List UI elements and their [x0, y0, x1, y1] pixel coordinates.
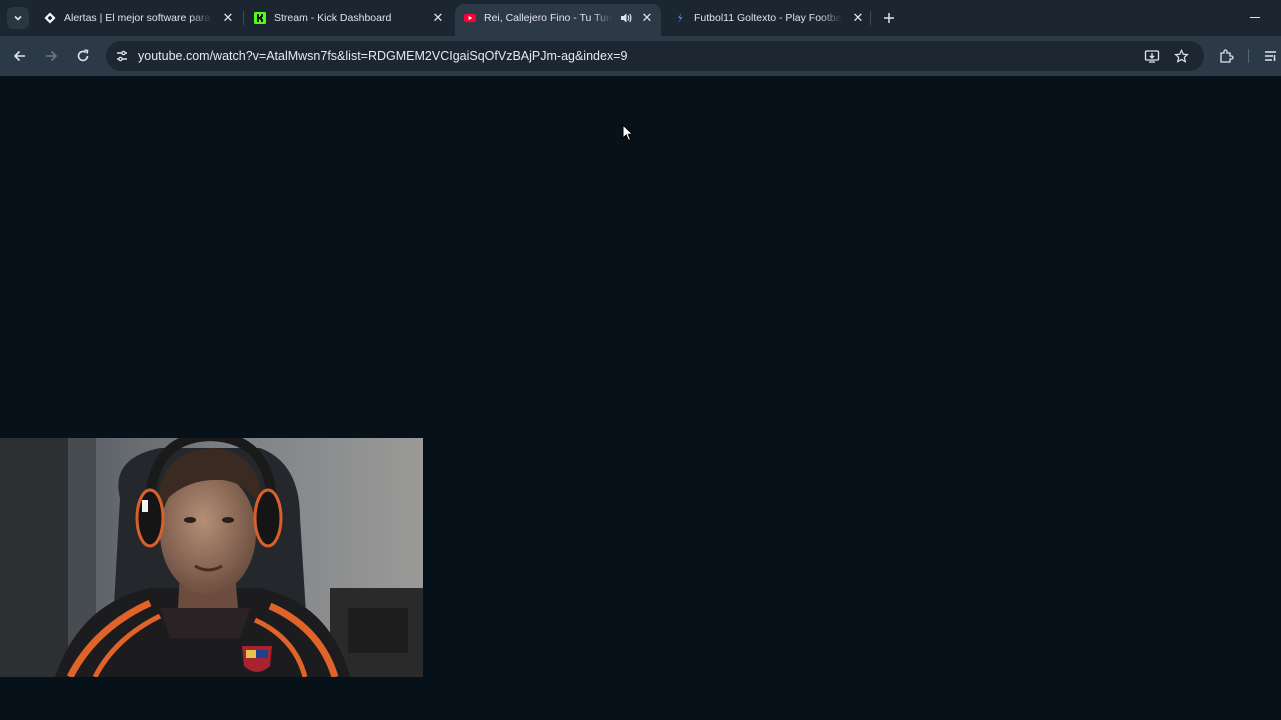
- close-icon[interactable]: ✕: [639, 10, 655, 26]
- audio-playing-icon[interactable]: [619, 11, 633, 25]
- reading-list-button[interactable]: [1260, 44, 1281, 68]
- tab-strip: Alertas | El mejor software para ✕ Strea…: [0, 0, 1281, 36]
- toolbar-separator: [1248, 49, 1249, 63]
- close-icon[interactable]: ✕: [430, 10, 446, 26]
- minimize-button[interactable]: [1246, 8, 1264, 26]
- url-text: youtube.com/watch?v=AtalMwsn7fs&list=RDG…: [138, 49, 628, 63]
- star-icon: [1173, 48, 1189, 63]
- close-icon[interactable]: ✕: [220, 10, 236, 26]
- new-tab-button[interactable]: [879, 8, 899, 28]
- plus-icon: [884, 13, 894, 23]
- tab-title: Alertas | El mejor software para: [64, 12, 211, 24]
- tab-title: Futbol11 Goltexto - Play Football: [694, 12, 842, 24]
- tab-search-button[interactable]: [7, 7, 29, 29]
- tab-youtube-active[interactable]: Rei, Callejero Fino - Tu Turno ✕: [464, 6, 655, 30]
- back-button[interactable]: [8, 44, 32, 68]
- reload-icon: [77, 49, 89, 62]
- kick-icon: [254, 12, 266, 24]
- mouse-cursor-icon: [622, 124, 634, 142]
- tab-separator: [243, 11, 244, 25]
- address-bar[interactable]: youtube.com/watch?v=AtalMwsn7fs&list=RDG…: [106, 41, 1204, 71]
- reload-button[interactable]: [71, 44, 95, 68]
- arrow-right-icon: [46, 50, 58, 62]
- webcam-video-image: [0, 438, 423, 677]
- arrow-left-icon: [13, 50, 25, 62]
- diamond-icon: [44, 12, 56, 24]
- tab-separator: [870, 11, 871, 25]
- webcam-overlay: [0, 438, 423, 677]
- bookmark-button[interactable]: [1171, 46, 1191, 66]
- puzzle-icon: [1220, 49, 1234, 63]
- chevron-down-icon: [14, 15, 22, 21]
- install-icon: [1144, 50, 1160, 63]
- tab-alertas[interactable]: Alertas | El mejor software para ✕: [44, 6, 236, 30]
- futbol-icon: [674, 12, 686, 24]
- close-icon[interactable]: ✕: [850, 10, 866, 26]
- tab-kick-dashboard[interactable]: Stream - Kick Dashboard ✕: [254, 6, 446, 30]
- youtube-icon: [464, 12, 476, 24]
- tab-title: Rei, Callejero Fino - Tu Turno: [484, 12, 612, 24]
- side-panel-icon: [1264, 51, 1276, 61]
- install-app-button[interactable]: [1142, 46, 1162, 66]
- tab-futbol11[interactable]: Futbol11 Goltexto - Play Football ✕: [674, 6, 866, 30]
- browser-toolbar: youtube.com/watch?v=AtalMwsn7fs&list=RDG…: [0, 36, 1281, 76]
- site-info-button[interactable]: [112, 46, 132, 66]
- forward-button[interactable]: [39, 44, 63, 68]
- tune-icon: [117, 50, 127, 62]
- extensions-button[interactable]: [1214, 44, 1238, 68]
- tab-title: Stream - Kick Dashboard: [274, 12, 392, 24]
